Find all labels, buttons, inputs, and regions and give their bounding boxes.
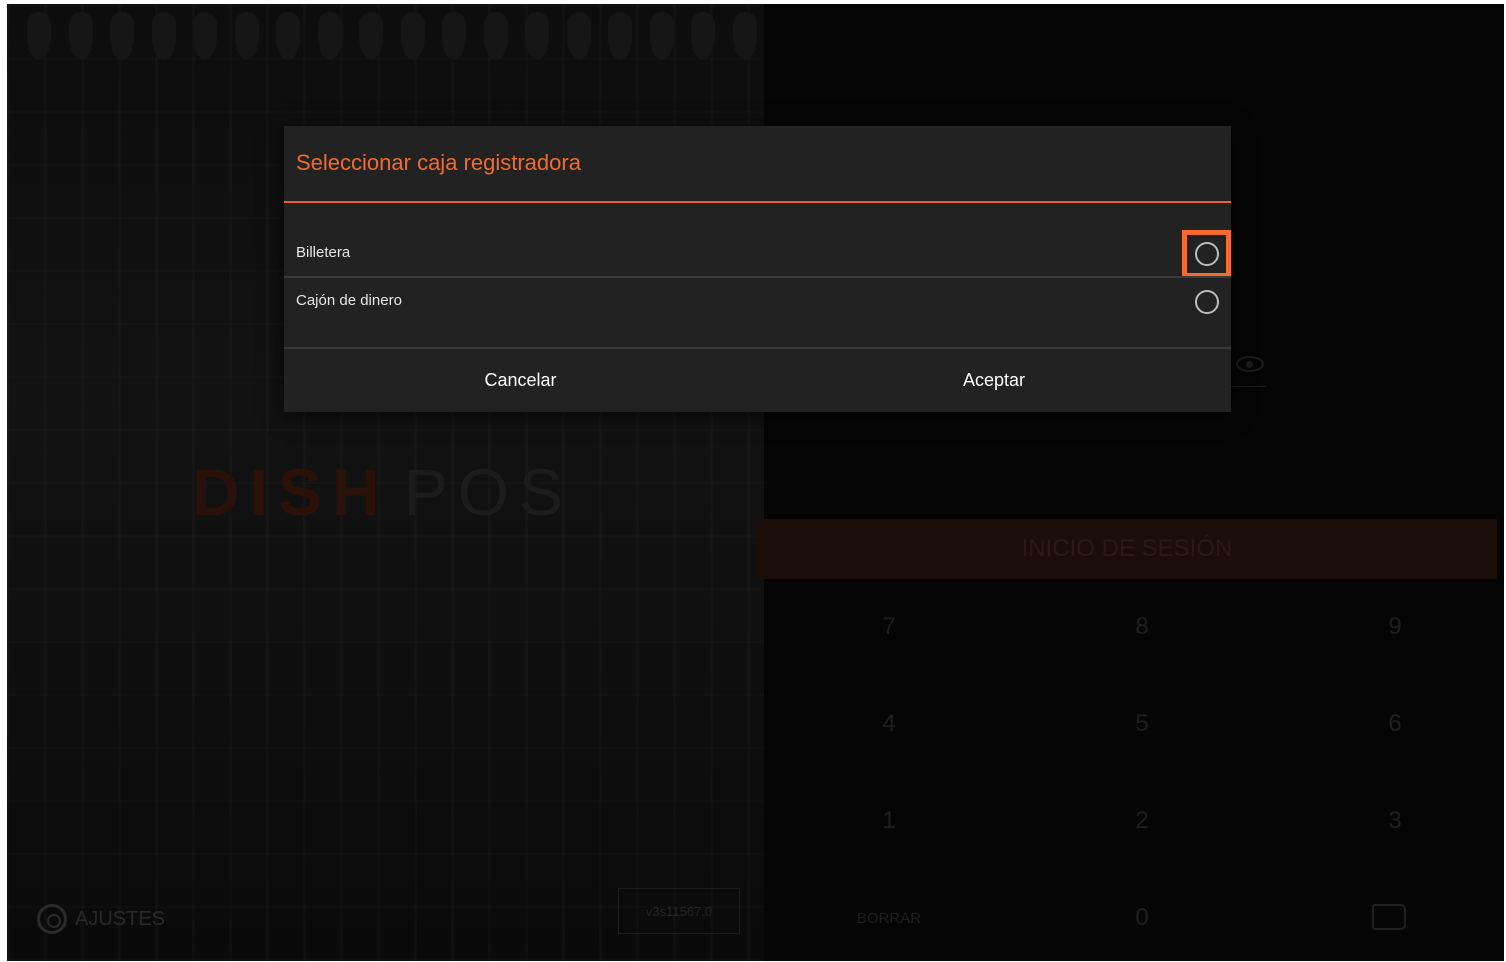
lamp-icon xyxy=(151,12,176,60)
keypad-key-6[interactable]: 6 xyxy=(1335,704,1455,744)
lamp-icon xyxy=(276,12,301,60)
title-divider xyxy=(284,201,1231,203)
logo-dish-text: DISH xyxy=(192,455,390,529)
login-label: INICIO DE SESIÓN xyxy=(1021,535,1233,562)
lamp-icon xyxy=(110,12,135,60)
lamp-icon xyxy=(68,12,93,60)
lamp-icon xyxy=(566,12,591,60)
dialog-title: Seleccionar caja registradora xyxy=(296,150,581,175)
radio-button[interactable] xyxy=(1195,290,1219,314)
keypad-key-8[interactable]: 8 xyxy=(1082,607,1202,647)
lamp-icon xyxy=(525,12,550,60)
login-header: INICIO DE SESIÓN xyxy=(757,519,1497,579)
lamp-icon xyxy=(400,12,425,60)
keypad-key-4[interactable]: 4 xyxy=(829,704,949,744)
lamp-icon xyxy=(359,12,384,60)
keypad-key-3[interactable]: 3 xyxy=(1335,801,1455,841)
backspace-icon[interactable] xyxy=(1372,904,1406,930)
keypad-key-5[interactable]: 5 xyxy=(1082,704,1202,744)
keypad-key-7[interactable]: 7 xyxy=(829,607,949,647)
lamp-icon xyxy=(608,12,633,60)
keypad-clear-button[interactable]: BORRAR xyxy=(829,898,949,938)
settings-button[interactable]: AJUSTES xyxy=(37,904,165,934)
accept-button[interactable]: Aceptar xyxy=(757,348,1231,412)
lamp-icon xyxy=(732,12,757,60)
gear-icon xyxy=(37,904,67,934)
keypad-key-2[interactable]: 2 xyxy=(1082,801,1202,841)
decorative-lamps xyxy=(27,12,757,72)
logo-pos-text: POS xyxy=(403,455,574,529)
show-pin-eye-icon[interactable] xyxy=(1236,356,1264,372)
radio-button[interactable] xyxy=(1195,242,1219,266)
cancel-button[interactable]: Cancelar xyxy=(284,348,757,412)
version-badge: v3s11567.0 xyxy=(618,888,740,934)
keypad-key-1[interactable]: 1 xyxy=(829,801,949,841)
lamp-icon xyxy=(193,12,218,60)
settings-label: AJUSTES xyxy=(75,907,166,930)
lamp-icon xyxy=(649,12,674,60)
register-option-cajon-de-dinero[interactable]: Cajón de dinero xyxy=(284,278,1231,324)
keypad-key-9[interactable]: 9 xyxy=(1335,607,1455,647)
select-register-dialog: Seleccionar caja registradora Billetera … xyxy=(284,126,1231,412)
lamp-icon xyxy=(691,12,716,60)
lamp-icon xyxy=(442,12,467,60)
register-option-billetera[interactable]: Billetera xyxy=(284,230,1231,278)
lamp-icon xyxy=(27,12,51,60)
lamp-icon xyxy=(483,12,508,60)
dishpos-logo: DISH POS xyxy=(192,454,573,530)
keypad-key-0[interactable]: 0 xyxy=(1082,898,1202,938)
lamp-icon xyxy=(317,12,342,60)
option-label: Cajón de dinero xyxy=(296,292,402,309)
option-label: Billetera xyxy=(296,244,351,261)
lamp-icon xyxy=(234,12,259,60)
